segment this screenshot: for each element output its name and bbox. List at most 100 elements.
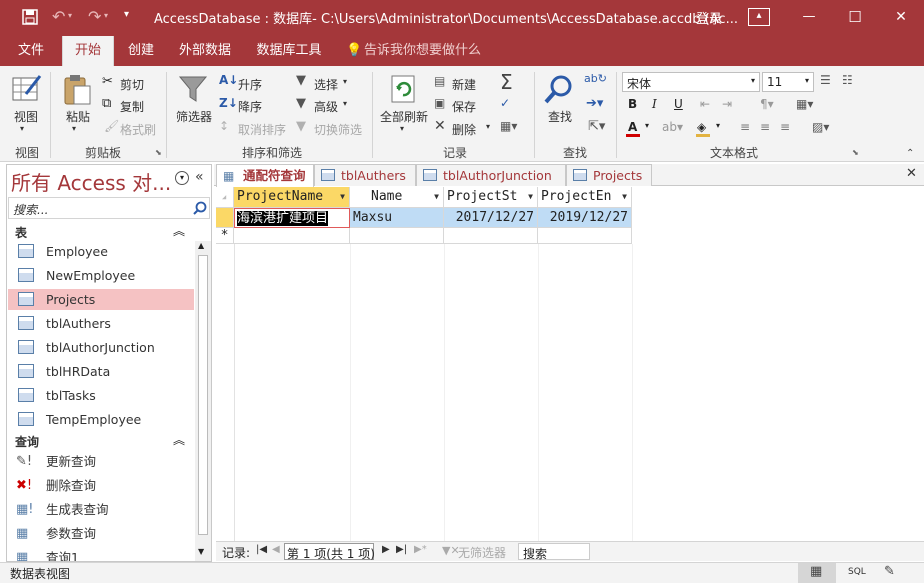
font-color-dropdown-icon[interactable]: ▾ [645, 122, 649, 130]
advanced-button[interactable]: 高级 [314, 98, 338, 115]
nav-pane-title[interactable]: 所有 Access 对... [11, 167, 171, 196]
advanced-dropdown-icon[interactable]: ▾ [343, 99, 347, 108]
scroll-down-icon[interactable]: ▼ [198, 547, 204, 556]
alternate-row-color-icon[interactable]: ▨▾ [812, 121, 829, 133]
collapse-ribbon-icon[interactable]: ⌃ [906, 148, 914, 159]
record-search-input[interactable]: 搜索 [518, 543, 590, 561]
chevron-down-icon[interactable]: ▼ [434, 187, 439, 207]
new-row-cell[interactable] [350, 228, 444, 244]
nav-table-tbltasks[interactable]: tblTasks [8, 385, 194, 406]
bold-button[interactable]: B [628, 98, 637, 110]
number-list-icon[interactable]: ☷ [842, 74, 853, 86]
more-records-icon[interactable]: ▦▾ [500, 120, 517, 132]
format-painter-button[interactable]: 格式刷 [120, 121, 156, 138]
tab-create[interactable]: 创建 [118, 36, 164, 66]
doc-tab-wildcard-query[interactable]: ▦ 通配符查询 [216, 164, 314, 187]
search-icon[interactable] [193, 201, 207, 215]
cell-projectname[interactable]: 海滨港扩建项目 [234, 208, 350, 228]
close-button[interactable]: ✕ [878, 0, 924, 34]
save-record-button[interactable]: 保存 [452, 98, 476, 115]
chevron-down-icon[interactable]: ▼ [528, 187, 533, 207]
nav-table-tblauthorjunction[interactable]: tblAuthorJunction [8, 337, 194, 358]
dialog-launcher-icon[interactable]: ⬊ [852, 148, 859, 157]
fill-color-icon[interactable]: ◈ [696, 120, 712, 138]
cell-name[interactable]: Maxsu [350, 208, 444, 228]
column-header-projectstart[interactable]: ProjectSt ▼ [444, 187, 538, 208]
font-size-select[interactable]: 11 ▾ [762, 72, 814, 92]
nav-query-make-table[interactable]: ▦! 生成表查询 [8, 499, 194, 520]
font-name-select[interactable]: 宋体 ▾ [622, 72, 760, 92]
row-selector-current[interactable] [216, 208, 234, 228]
totals-icon[interactable]: Σ [500, 72, 513, 92]
delete-dropdown-icon[interactable]: ▾ [486, 122, 490, 131]
column-header-projectname[interactable]: ProjectName ▼ [234, 187, 350, 208]
close-document-icon[interactable]: ✕ [906, 166, 917, 181]
tables-section-header[interactable]: 表 [15, 224, 27, 241]
new-row-cell[interactable] [538, 228, 632, 244]
select-all-corner[interactable]: ◢ [216, 187, 234, 208]
filter-status[interactable]: 无筛选器 [458, 544, 506, 561]
replace-icon[interactable]: ab↻ [584, 73, 607, 84]
paste-button[interactable]: 粘贴 [66, 108, 90, 125]
gridlines-icon[interactable]: ▦▾ [796, 98, 813, 110]
cut-button[interactable]: 剪切 [120, 76, 144, 93]
cell-projectstart[interactable]: 2017/12/27 [444, 208, 538, 228]
chevron-down-icon[interactable]: ▼ [622, 187, 627, 207]
dialog-launcher-icon[interactable]: ⬊ [155, 148, 162, 157]
goto-icon[interactable]: ➔▾ [586, 97, 603, 110]
nav-query-update[interactable]: ✎! 更新查询 [8, 451, 194, 472]
new-row-cell[interactable] [444, 228, 538, 244]
highlight-icon[interactable]: ab▾ [662, 121, 683, 133]
tab-database-tools[interactable]: 数据库工具 [248, 36, 330, 66]
chevron-down-icon[interactable]: ▼ [340, 187, 345, 207]
selection-dropdown-icon[interactable]: ▾ [343, 77, 347, 86]
tab-external-data[interactable]: 外部数据 [170, 36, 240, 66]
new-row-selector[interactable]: * [216, 228, 234, 244]
new-record-button[interactable]: 新建 [452, 76, 476, 93]
nav-table-employee[interactable]: Employee [8, 241, 194, 262]
datasheet-view-icon[interactable] [12, 74, 42, 104]
copy-button[interactable]: 复制 [120, 98, 144, 115]
nav-table-tblhrdata[interactable]: tblHRData [8, 361, 194, 382]
view-dropdown-icon[interactable]: ▾ [20, 124, 24, 133]
find-button[interactable]: 查找 [548, 108, 572, 125]
refresh-all-icon[interactable] [390, 74, 420, 104]
doc-tab-tblauthorjunction[interactable]: tblAuthorJunction [416, 164, 566, 186]
selection-button[interactable]: 选择 [314, 76, 338, 93]
customize-qat-icon[interactable]: ▾ [124, 9, 129, 20]
find-icon[interactable] [544, 74, 574, 104]
collapse-nav-icon[interactable]: « [195, 169, 204, 185]
filter-icon[interactable] [178, 74, 208, 104]
design-view-icon[interactable]: ✎ [884, 564, 895, 579]
new-row-cell[interactable] [234, 228, 350, 244]
sort-ascending-button[interactable]: 升序 [238, 76, 262, 93]
column-header-name[interactable]: Name ▼ [350, 187, 444, 208]
refresh-all-button[interactable]: 全部刷新 [380, 108, 428, 125]
nav-search-box[interactable]: 搜索... [8, 197, 210, 219]
decrease-indent-icon[interactable]: ⇤ [700, 98, 710, 110]
align-left-icon[interactable]: ≡ [740, 121, 750, 133]
remove-sort-button[interactable]: 取消排序 [238, 121, 286, 138]
doc-tab-tblauthers[interactable]: tblAuthers [314, 164, 416, 186]
delete-record-button[interactable]: 删除 [452, 121, 476, 138]
fill-color-dropdown-icon[interactable]: ▾ [716, 122, 720, 130]
cell-projectend[interactable]: 2019/12/27 [538, 208, 632, 228]
filter-button[interactable]: 筛选器 [176, 108, 212, 125]
column-header-projectend[interactable]: ProjectEn ▼ [538, 187, 632, 208]
font-color-icon[interactable]: A [626, 120, 642, 138]
align-right-icon[interactable]: ≡ [780, 121, 790, 133]
redo-icon[interactable]: ↷ [88, 7, 101, 26]
datasheet-view-button[interactable]: ▦ [798, 563, 836, 583]
tell-me-input[interactable]: 告诉我你想要做什么 [364, 36, 481, 66]
increase-indent-icon[interactable]: ⇥ [722, 98, 732, 110]
nav-menu-icon[interactable]: ▾ [175, 171, 189, 185]
toggle-filter-button[interactable]: 切换筛选 [314, 121, 362, 138]
spelling-icon[interactable]: ✓ [500, 97, 510, 109]
sort-descending-button[interactable]: 降序 [238, 98, 262, 115]
nav-query-query1[interactable]: ▦ 查询1 [8, 547, 194, 561]
queries-section-header[interactable]: 查询 [15, 433, 39, 450]
previous-record-icon[interactable]: ◀ [272, 544, 280, 555]
select-icon[interactable]: ⇱▾ [588, 120, 605, 133]
paste-icon[interactable] [62, 74, 92, 106]
sql-view-button[interactable]: SQL [848, 567, 866, 577]
